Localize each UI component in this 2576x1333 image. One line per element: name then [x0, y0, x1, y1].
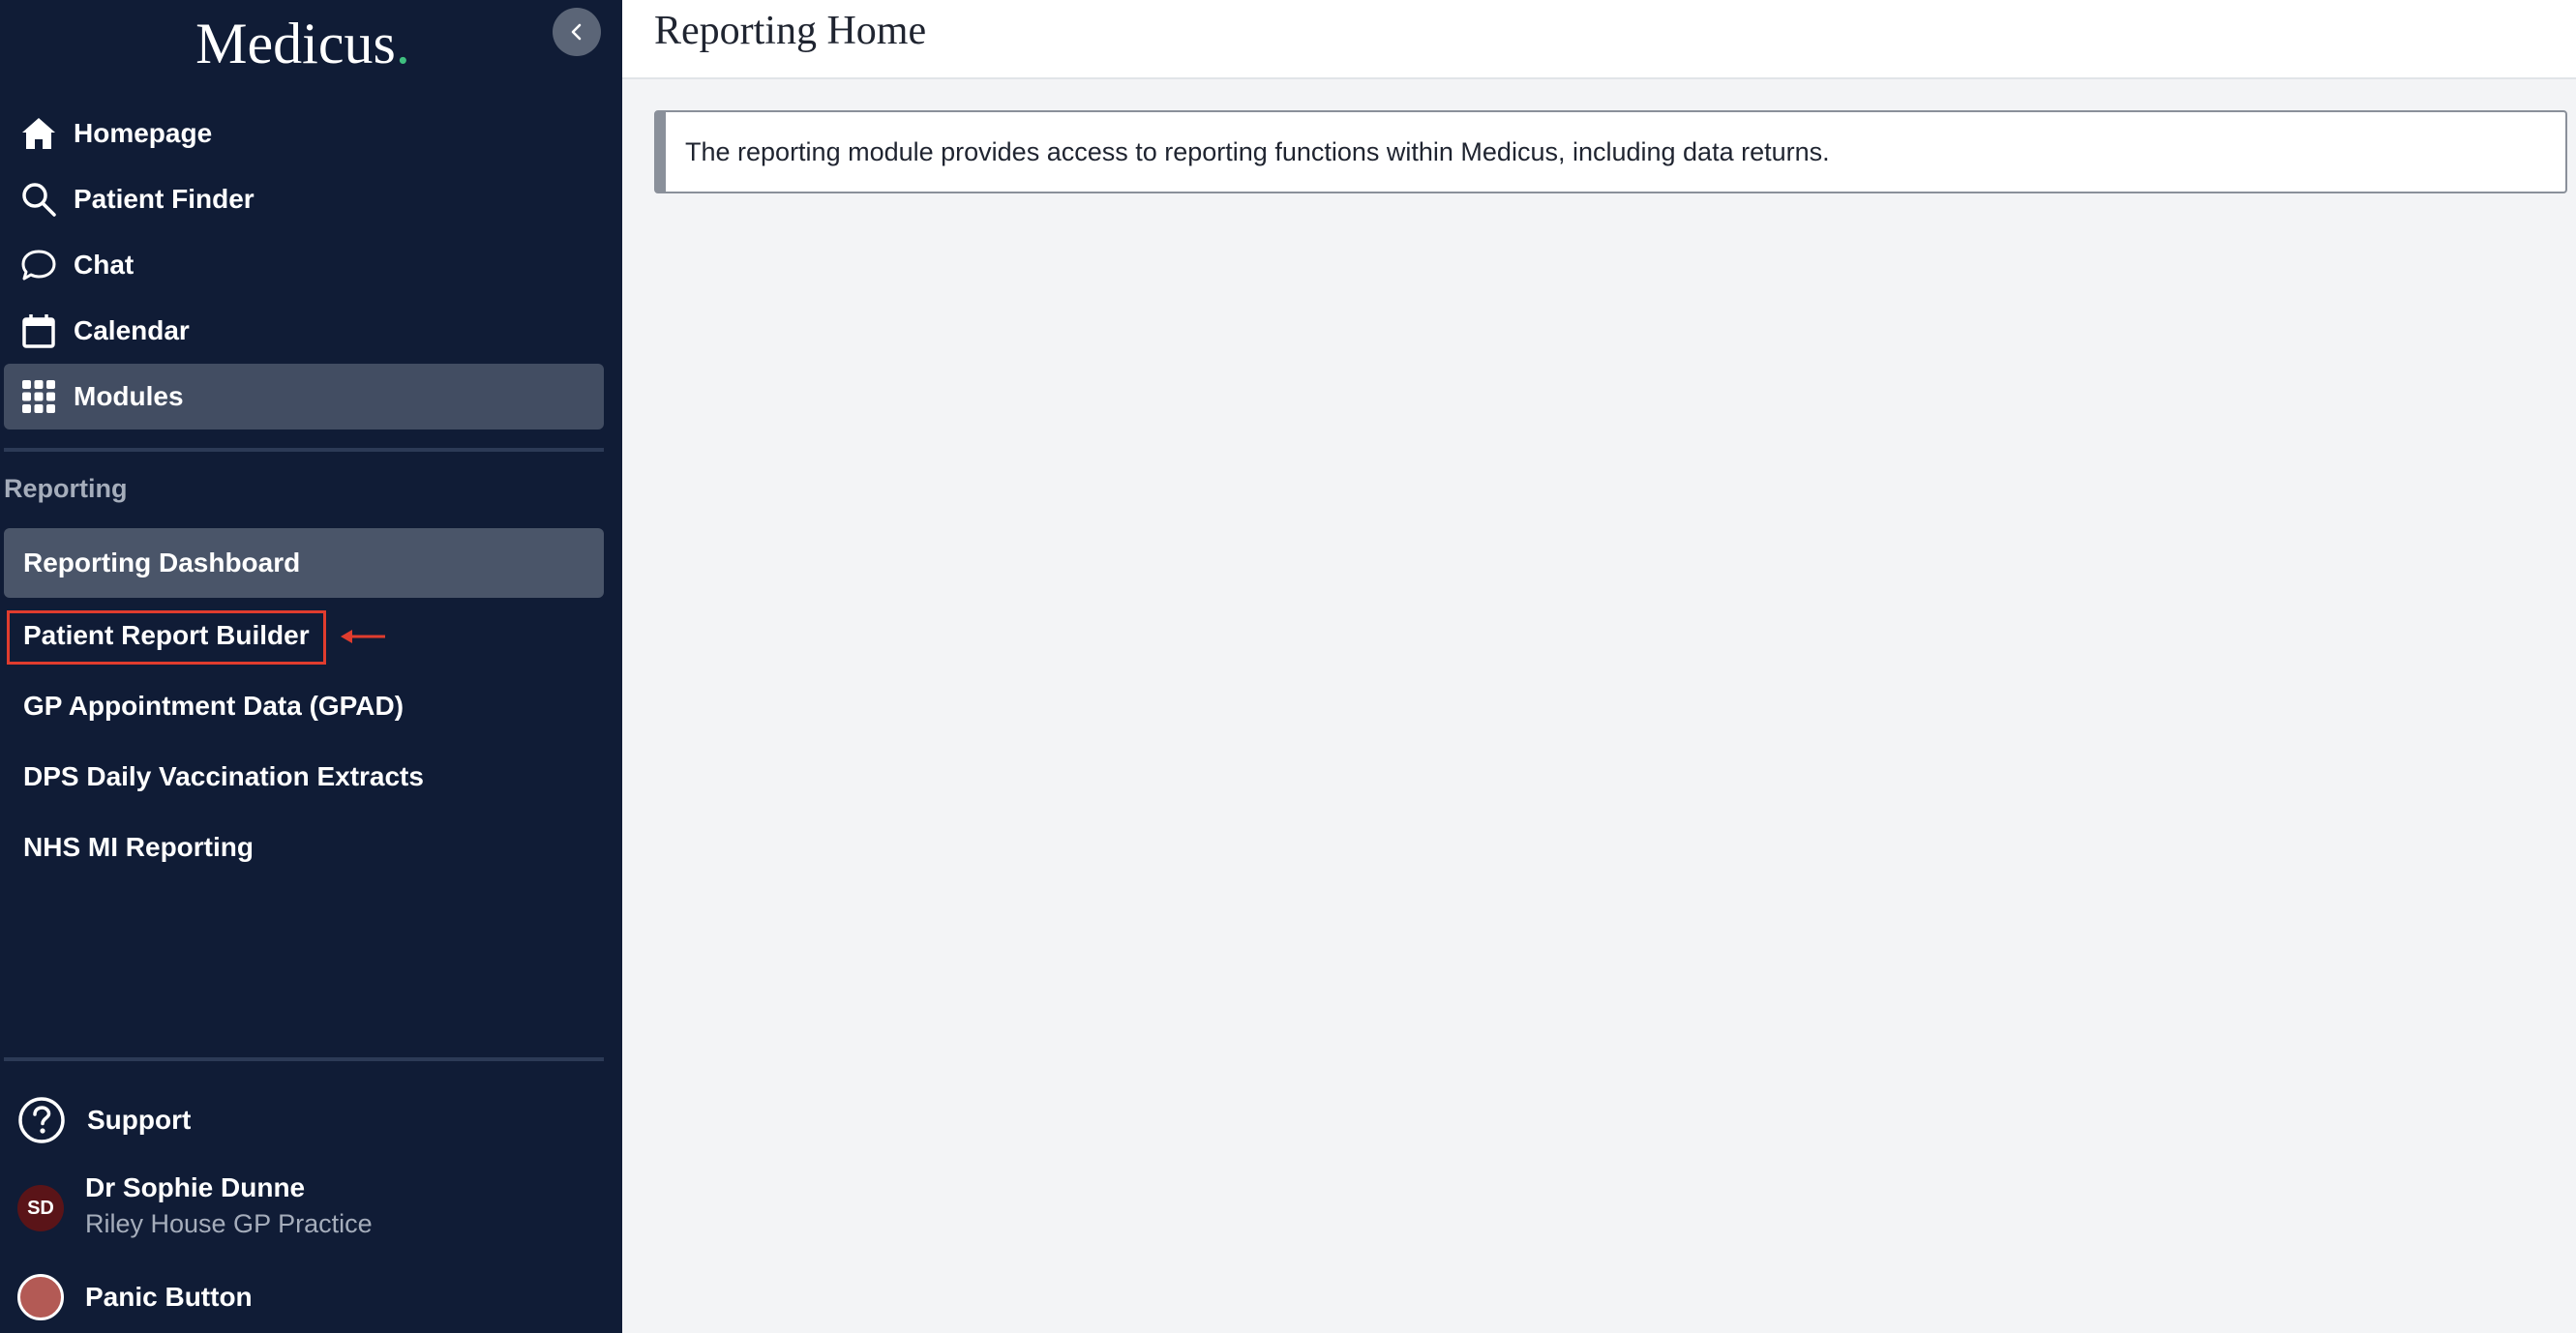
- support-label: Support: [87, 1105, 192, 1135]
- nav-item-calendar[interactable]: Calendar: [4, 298, 604, 364]
- avatar: SD: [17, 1185, 64, 1231]
- logo-dot: .: [395, 12, 410, 75]
- chat-icon: [17, 244, 60, 286]
- sidebar-item-label: DPS Daily Vaccination Extracts: [23, 761, 424, 791]
- user-profile[interactable]: SD Dr Sophie Dunne Riley House GP Practi…: [17, 1172, 373, 1239]
- grid-icon: [17, 375, 60, 418]
- sidebar-divider: [4, 448, 604, 452]
- nav-item-label: Homepage: [74, 118, 213, 148]
- chevron-left-icon: [571, 23, 582, 41]
- sidebar-item-reporting-dashboard[interactable]: Reporting Dashboard: [4, 528, 604, 598]
- nav-item-label: Chat: [74, 250, 135, 280]
- sidebar-item-label: Patient Report Builder: [23, 620, 310, 650]
- page-title: Reporting Home: [654, 9, 927, 53]
- annotation-arrow-icon: [341, 630, 385, 643]
- sidebar-item-gpad[interactable]: GP Appointment Data (GPAD): [4, 671, 604, 741]
- calendar-icon: [17, 310, 60, 352]
- user-name: Dr Sophie Dunne: [85, 1172, 306, 1202]
- sidebar-item-dps-vaccination[interactable]: DPS Daily Vaccination Extracts: [4, 742, 604, 812]
- help-circle-icon: [18, 1097, 65, 1143]
- user-practice: Riley House GP Practice: [85, 1209, 373, 1238]
- home-icon: [17, 112, 60, 155]
- panic-button[interactable]: Panic Button: [17, 1274, 253, 1320]
- sidebar-item-patient-report-builder[interactable]: Patient Report Builder: [4, 601, 604, 670]
- page-header: Reporting Home: [622, 0, 2576, 79]
- sidebar-footer-divider: [4, 1057, 604, 1061]
- sidebar-item-nhs-mi-reporting[interactable]: NHS MI Reporting: [4, 813, 604, 882]
- sidebar-item-label: GP Appointment Data (GPAD): [23, 691, 404, 721]
- nav-item-label: Modules: [74, 381, 184, 411]
- nav-item-modules[interactable]: Modules: [4, 364, 604, 430]
- panic-button-label: Panic Button: [85, 1282, 253, 1312]
- sidebar-item-label: NHS MI Reporting: [23, 832, 254, 862]
- sidebar: Medicus. Homepage Patient Finder Chat Ca…: [0, 0, 622, 1333]
- nav-item-label: Calendar: [74, 315, 190, 345]
- support-button[interactable]: Support: [17, 1096, 191, 1144]
- nav-item-homepage[interactable]: Homepage: [4, 101, 604, 166]
- nav-item-patient-finder[interactable]: Patient Finder: [4, 166, 604, 232]
- collapse-sidebar-button[interactable]: [553, 8, 601, 56]
- medicus-logo[interactable]: Medicus.: [0, 10, 606, 77]
- search-icon: [17, 178, 60, 221]
- nav-item-chat[interactable]: Chat: [4, 232, 604, 298]
- nav-item-label: Patient Finder: [74, 184, 255, 214]
- panic-button-icon: [17, 1274, 64, 1320]
- info-banner: The reporting module provides access to …: [654, 110, 2567, 193]
- sidebar-item-label: Reporting Dashboard: [23, 548, 301, 578]
- info-banner-text: The reporting module provides access to …: [685, 136, 1830, 166]
- section-label-reporting: Reporting: [4, 474, 128, 503]
